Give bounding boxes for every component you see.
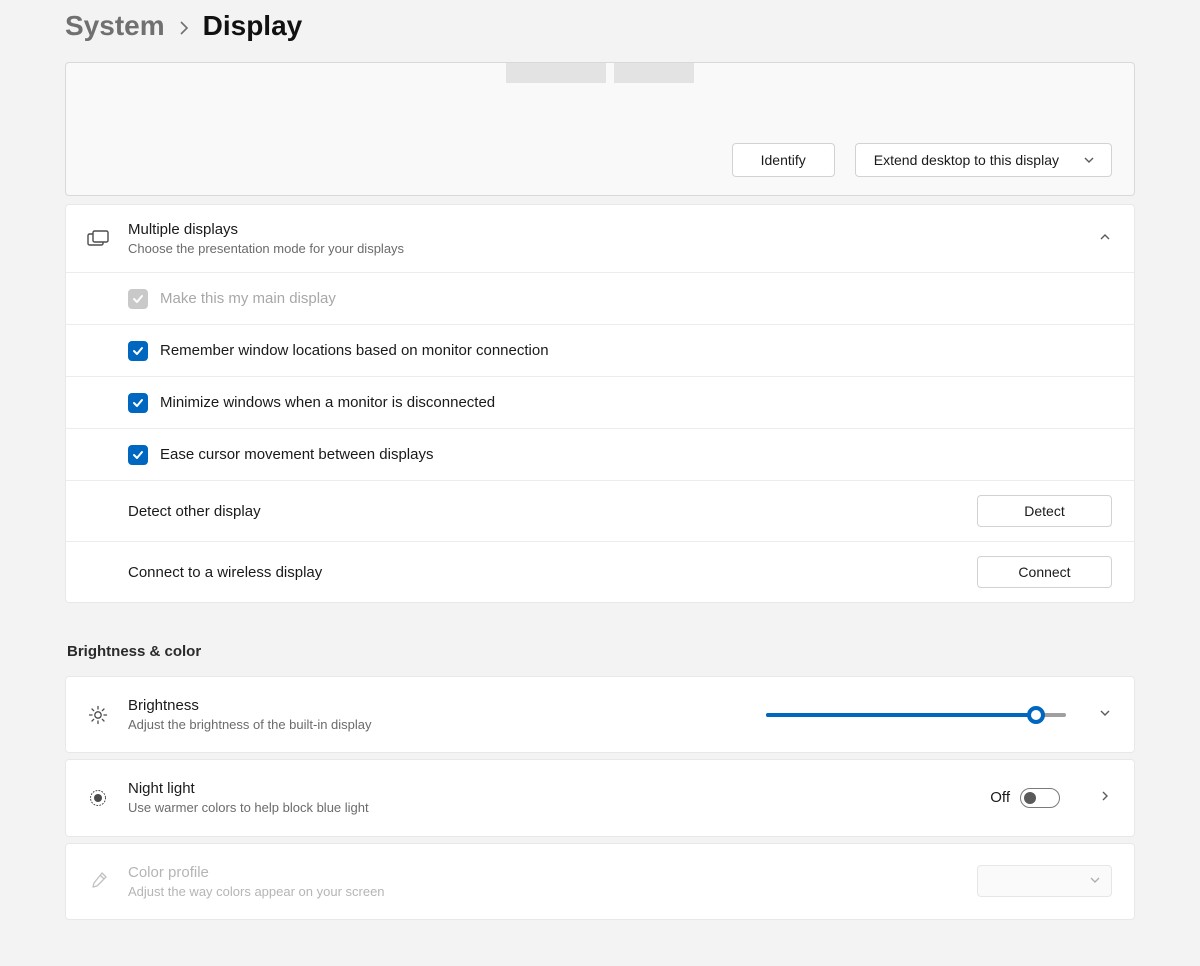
display-arrange-card: Identify Extend desktop to this display: [65, 62, 1135, 196]
chevron-down-icon: [1083, 154, 1095, 166]
breadcrumb: System Display: [65, 10, 1135, 42]
option-ease-cursor[interactable]: Ease cursor movement between displays: [66, 429, 1134, 481]
checkbox-ease-cursor[interactable]: [128, 445, 148, 465]
night-light-toggle[interactable]: [1020, 788, 1060, 808]
color-profile-subtitle: Adjust the way colors appear on your scr…: [128, 883, 977, 901]
eyedropper-icon: [86, 871, 110, 891]
chevron-down-icon[interactable]: [1098, 706, 1112, 723]
detect-display-label: Detect other display: [128, 503, 261, 520]
brightness-subtitle: Adjust the brightness of the built-in di…: [128, 716, 766, 734]
display-stub: [614, 63, 694, 83]
option-main-display: Make this my main display: [66, 273, 1134, 325]
connect-button[interactable]: Connect: [977, 556, 1112, 588]
multiple-displays-title: Multiple displays: [128, 219, 1082, 240]
identify-button[interactable]: Identify: [732, 143, 835, 177]
option-remember-windows-label: Remember window locations based on monit…: [160, 342, 549, 359]
display-mode-dropdown[interactable]: Extend desktop to this display: [855, 143, 1112, 177]
display-arrange-preview[interactable]: [66, 63, 1134, 83]
brightness-card: Brightness Adjust the brightness of the …: [65, 676, 1135, 753]
chevron-right-icon[interactable]: [1098, 789, 1112, 806]
option-remember-windows[interactable]: Remember window locations based on monit…: [66, 325, 1134, 377]
chevron-right-icon: [179, 18, 189, 41]
color-profile-title: Color profile: [128, 862, 977, 883]
night-light-icon: [86, 788, 110, 808]
chevron-down-icon: [1089, 873, 1101, 889]
sun-icon: [86, 705, 110, 725]
connect-wireless-row: Connect to a wireless display Connect: [66, 542, 1134, 602]
checkbox-main-display: [128, 289, 148, 309]
chevron-up-icon[interactable]: [1098, 230, 1112, 247]
checkbox-remember-windows[interactable]: [128, 341, 148, 361]
displays-icon: [86, 230, 110, 248]
night-light-state-label: Off: [990, 789, 1010, 806]
color-profile-dropdown: [977, 865, 1112, 897]
multiple-displays-header[interactable]: Multiple displays Choose the presentatio…: [66, 205, 1134, 273]
color-profile-card: Color profile Adjust the way colors appe…: [65, 843, 1135, 920]
connect-wireless-label: Connect to a wireless display: [128, 564, 322, 581]
checkbox-minimize-windows[interactable]: [128, 393, 148, 413]
multiple-displays-subtitle: Choose the presentation mode for your di…: [128, 240, 1082, 258]
detect-display-row: Detect other display Detect: [66, 481, 1134, 542]
brightness-color-heading: Brightness & color: [67, 643, 1135, 660]
detect-button[interactable]: Detect: [977, 495, 1112, 527]
breadcrumb-current: Display: [203, 10, 303, 42]
option-minimize-windows[interactable]: Minimize windows when a monitor is disco…: [66, 377, 1134, 429]
night-light-title: Night light: [128, 778, 990, 799]
option-minimize-windows-label: Minimize windows when a monitor is disco…: [160, 394, 495, 411]
brightness-slider[interactable]: [766, 705, 1066, 725]
display-stub: [506, 63, 606, 83]
brightness-title: Brightness: [128, 695, 766, 716]
breadcrumb-parent[interactable]: System: [65, 10, 165, 42]
night-light-card[interactable]: Night light Use warmer colors to help bl…: [65, 759, 1135, 836]
display-mode-dropdown-label: Extend desktop to this display: [874, 152, 1059, 168]
night-light-subtitle: Use warmer colors to help block blue lig…: [128, 799, 990, 817]
option-main-display-label: Make this my main display: [160, 290, 336, 307]
option-ease-cursor-label: Ease cursor movement between displays: [160, 446, 433, 463]
multiple-displays-group: Multiple displays Choose the presentatio…: [65, 204, 1135, 603]
